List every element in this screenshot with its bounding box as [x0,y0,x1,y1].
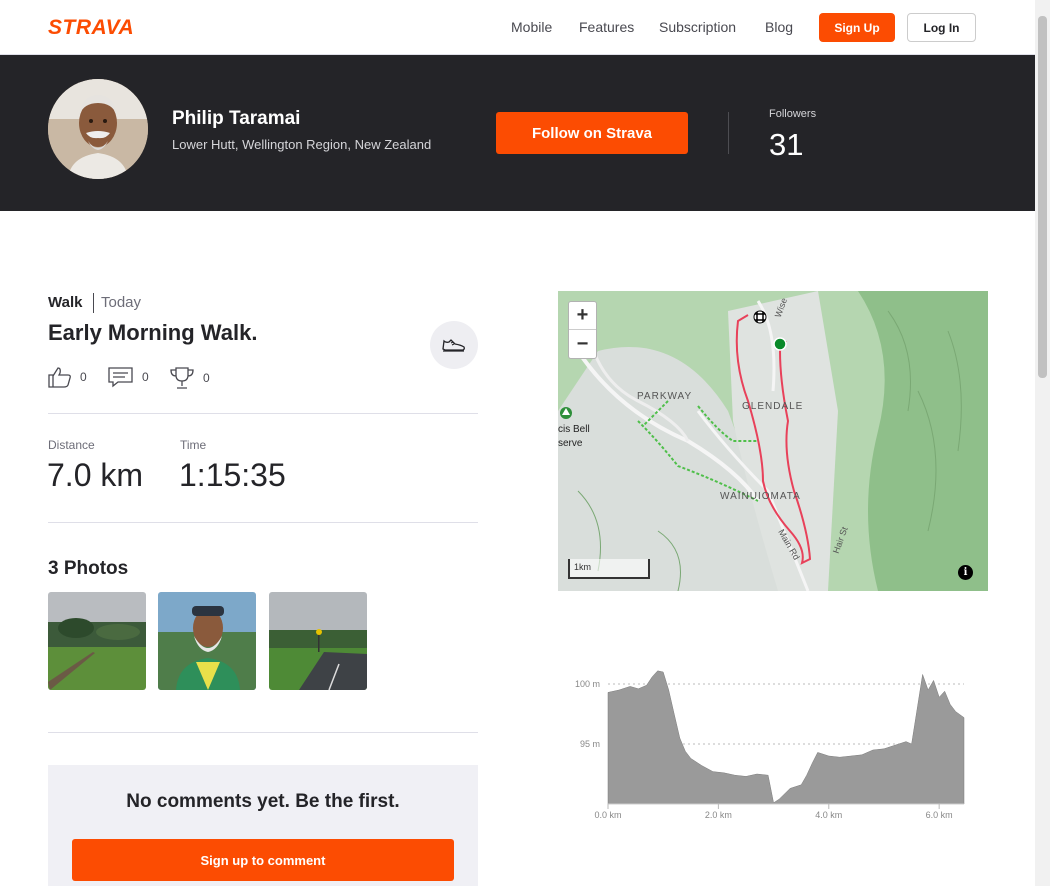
header-divider [728,112,729,154]
info-icon[interactable]: i [958,565,973,580]
divider [48,732,478,733]
x-tick-label: 6.0 km [926,810,953,820]
route-map[interactable]: PARKWAY GLENDALE WAINUIOMATA Main Rd Hai… [558,291,988,591]
distance-label: Distance [48,438,95,452]
activity-date: Today [101,294,142,311]
followers-count: 31 [769,127,804,162]
shoe-icon [442,339,465,352]
divider [48,413,478,414]
x-tick-label: 2.0 km [705,810,732,820]
nav-link-mobile[interactable]: Mobile [511,19,552,35]
map-zoom-control: + − [568,301,597,359]
zoom-in-button[interactable]: + [569,302,596,330]
trophy-icon [170,367,194,389]
time-value: 1:15:35 [179,457,286,493]
map-label: PARKWAY [637,391,692,402]
y-tick-label: 100 m [575,679,600,689]
elevation-chart[interactable]: 0.0 km 2.0 km 4.0 km 6.0 km 95 m 100 m [560,650,980,830]
kudos-action[interactable]: 0 [48,366,87,388]
x-tick-label: 0.0 km [594,810,621,820]
y-tick-label: 95 m [580,739,600,749]
followers-label: Followers [769,108,817,120]
athlete-location: Lower Hutt, Wellington Region, New Zeala… [172,137,432,152]
x-tick-label: 4.0 km [815,810,842,820]
achievements-action[interactable]: 0 [169,366,210,390]
map-label: GLENDALE [742,401,803,412]
sport-separator [93,293,94,313]
distance-value: 7.0 km [47,457,144,493]
log-in-button[interactable]: Log In [907,13,976,42]
time-label: Time [180,438,207,452]
map-scale: 1km [568,559,650,579]
comment-icon [108,367,133,388]
kudos-count: 0 [80,370,87,384]
shoe-gear-button[interactable] [430,321,478,369]
top-nav: STRAVA Mobile Features Subscription Blog… [0,0,1035,55]
divider [48,522,478,523]
activity-photo[interactable] [48,592,146,690]
athlete-avatar[interactable] [48,79,148,179]
map-label: cis Bell [558,424,590,435]
no-comments-text: No comments yet. Be the first. [126,791,400,812]
zoom-out-button[interactable]: − [569,330,596,358]
nav-link-blog[interactable]: Blog [765,19,793,35]
athlete-header: Philip Taramai Lower Hutt, Wellington Re… [0,55,1035,211]
strava-logo[interactable]: STRAVA [48,16,134,40]
achievements-count: 0 [203,371,210,385]
sign-up-to-comment-button[interactable]: Sign up to comment [72,839,454,881]
comments-count: 0 [142,370,149,384]
nav-link-subscription[interactable]: Subscription [659,19,736,35]
activity-photo[interactable] [158,592,256,690]
map-label: WAINUIOMATA [720,491,801,502]
nav-link-features[interactable]: Features [579,19,634,35]
map-label: serve [558,438,583,449]
activity-title: Early Morning Walk. [48,320,258,345]
thumbs-up-icon [48,367,71,388]
page: STRAVA Mobile Features Subscription Blog… [0,0,1035,886]
comments-panel: No comments yet. Be the first. Sign up t… [48,765,478,886]
activity-sport: Walk [48,294,83,311]
elevation-area [607,670,965,805]
activity-photo[interactable] [269,592,367,690]
athlete-name[interactable]: Philip Taramai [172,108,300,130]
photos-heading: 3 Photos [48,558,129,579]
sign-up-button[interactable]: Sign Up [819,13,895,42]
follow-button[interactable]: Follow on Strava [496,112,688,154]
comments-action[interactable]: 0 [108,366,149,388]
scrollbar-thumb[interactable] [1038,16,1047,378]
